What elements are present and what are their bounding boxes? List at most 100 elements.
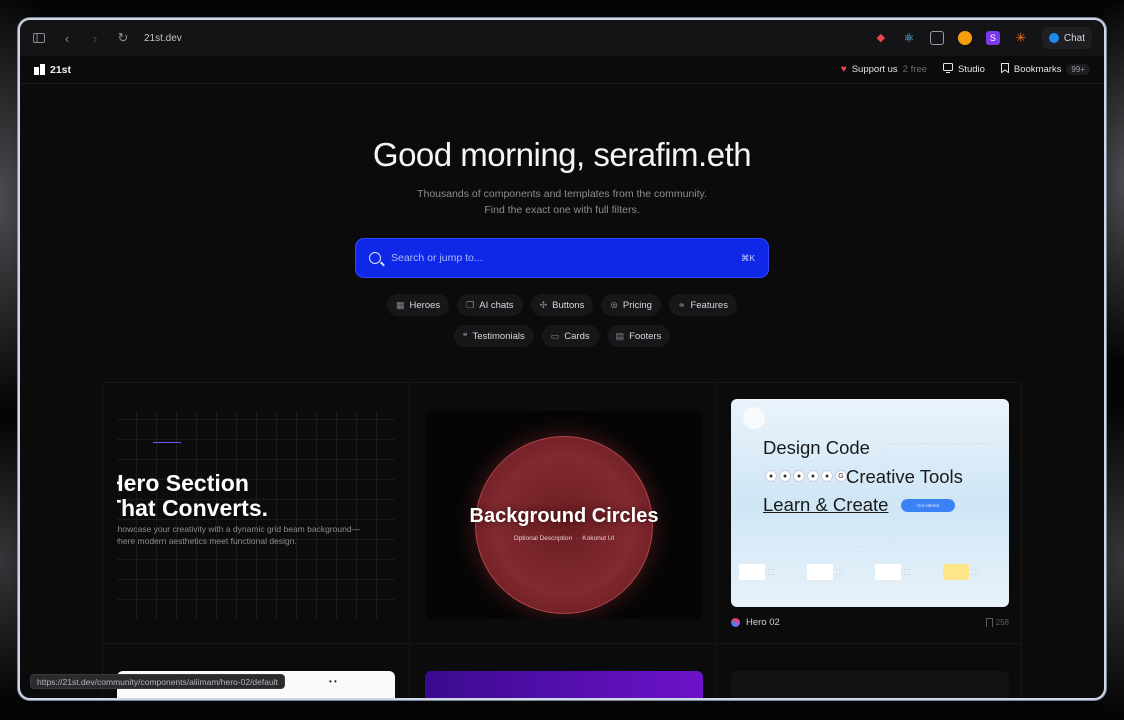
author-avatar [731,618,740,627]
back-icon[interactable]: ‹ [60,31,74,46]
chip-pricing[interactable]: ⊜ Pricing [601,294,661,316]
sidebar-toggle-icon[interactable] [32,31,46,45]
chip-label: Footers [629,330,662,342]
asterisk-icon[interactable]: ✳ [1014,31,1028,45]
brand-icon: ● [779,470,791,482]
chip-footers[interactable]: ▤ Footers [606,325,671,347]
card-meta-author: Kokonut UI [582,535,615,542]
component-card-background-circles[interactable]: Background Circles Optional Description ·… [425,411,703,619]
brand-link[interactable]: 21st [34,64,71,76]
component-card-peek[interactable] [731,671,1009,698]
chat-bubble-icon [1048,33,1059,43]
preview-heading-2: Creative Tools [846,466,963,487]
component-card-peek[interactable] [425,671,703,698]
component-card-hero-section[interactable]: Hero Section That Converts. Showcase you… [117,411,395,619]
link-icon: ⚭ [677,299,686,310]
browser-window: ‹ › ↻ 21st.dev ◆ ⚛ S ✳ Chat 21st ♥ Suppo… [20,20,1104,698]
card-subtitle-line2: where modern aesthetics meet functional … [117,536,297,546]
studio-link[interactable]: Studio [942,63,985,76]
category-chips-row1: ▦ Heroes ❐ AI chats ✣ Buttons ⊜ Pricing ⚭ Fea… [20,294,1104,316]
site-header: 21st ♥ Support us 2 free Studio Bookmark… [20,56,1104,84]
logo-icon [34,64,45,75]
search-icon [369,252,381,264]
preview-caption: · · · · · · · · · · · · · · [853,549,887,554]
chip-cards[interactable]: ▭ Cards [541,325,599,347]
game-controller-icon[interactable] [929,31,944,45]
s-purple-icon[interactable]: S [985,31,1000,45]
grid-beam [153,442,181,443]
chip-testimonials[interactable]: ❝ Testimonials [453,325,534,347]
bookmark-icon [985,618,993,627]
card-meta-description: Optional Description [513,535,573,542]
red-diamond-icon[interactable]: ◆ [874,31,888,45]
grid-icon: ▦ [396,299,405,310]
card-footer-hero-02[interactable]: Hero 02 258 [731,617,1009,628]
bookmarks-count-badge: 99+ [1066,64,1090,75]
support-note: 2 free [902,64,927,75]
chip-heroes[interactable]: ▦ Heroes [387,294,450,316]
address-bar[interactable]: 21st.dev [144,33,182,44]
brand-icon: ● [807,470,819,482]
component-name: Hero 02 [746,617,780,628]
grid-divider [716,383,717,698]
chip-buttons[interactable]: ✣ Buttons [530,294,594,316]
preview-avatar [743,407,765,429]
card-title-line2: That Converts. [117,495,269,521]
preview-tool: · · · · · · [875,561,937,583]
heart-icon: ♥ [840,64,847,75]
component-card-hero-02[interactable]: Design Code · · · · · · · · · · · · · · … [731,399,1009,607]
preview-brand-icons: ● ● ● ● ● G [765,470,847,482]
hero-section: Good morning, serafim.eth Thousands of c… [20,84,1104,347]
card-icon: ▭ [550,330,560,341]
chip-label: Testimonials [472,330,525,342]
quote-icon: ❝ [462,330,468,341]
orange-circle-icon[interactable] [957,31,972,45]
bookmark-count[interactable]: 258 [985,618,1009,627]
hero-subtitle-line1: Thousands of components and templates fr… [417,188,707,200]
forward-icon[interactable]: › [88,31,102,46]
search-bar[interactable]: ⌘K [355,238,769,278]
preview-heading-3: Learn & Create [763,494,889,515]
support-us-link[interactable]: ♥ Support us 2 free [841,64,927,75]
preview-tool: · · · · · · [943,561,1005,583]
chat-label: Chat [1063,32,1085,44]
chip-label: Cards [564,330,590,342]
chat-bubbles-icon: ❐ [466,299,475,310]
dollar-circle-icon: ⊜ [610,299,618,310]
grid-divider [103,643,1021,644]
hero-subtitle-line2: Find the exact one with full filters. [484,204,640,216]
brand-icon: ● [821,470,833,482]
bookmark-icon [1000,63,1009,76]
chip-label: Heroes [409,299,441,311]
preview-cta-button: Get started [901,499,955,512]
chip-label: Features [690,299,728,311]
preview-description: · · · · · · · · · · · · · · · · · · · · … [883,441,992,451]
brand-name: 21st [50,63,72,76]
shortcut-hint: ⌘K [740,252,755,263]
card-title: Background Circles [469,505,659,527]
chat-button[interactable]: Chat [1041,27,1092,49]
brand-icon: ● [765,470,777,482]
preview-heading-1: Design Code [763,437,870,458]
card-subtitle-line1: Showcase your creativity with a dynamic … [117,524,361,534]
chip-ai-chats[interactable]: ❐ AI chats [457,294,523,316]
link-status-bar: https://21st.dev/community/components/al… [30,674,285,689]
grid-divider [409,383,410,698]
greeting-title: Good morning, serafim.eth [372,136,752,173]
component-grid: Hero Section That Converts. Showcase you… [102,382,1022,698]
chip-features[interactable]: ⚭ Features [668,294,737,316]
react-atom-icon[interactable]: ⚛ [902,31,916,45]
search-input[interactable] [391,252,731,264]
chip-label: Pricing [622,299,652,311]
bookmarks-link[interactable]: Bookmarks 99+ [1000,63,1090,76]
preview-tool: · · · · · · [807,561,869,583]
chip-label: AI chats [479,299,514,311]
footer-layout-icon: ▤ [615,330,625,341]
reload-icon[interactable]: ↻ [116,30,130,45]
card-meta: Optional Description · Kokonut UI [513,535,615,542]
support-label: Support us [851,64,898,75]
studio-icon [942,63,953,76]
category-chips-row2: ❝ Testimonials ▭ Cards ▤ Footers [20,325,1104,347]
browser-toolbar: ‹ › ↻ 21st.dev ◆ ⚛ S ✳ Chat [20,20,1104,56]
bookmarks-label: Bookmarks [1013,64,1062,75]
